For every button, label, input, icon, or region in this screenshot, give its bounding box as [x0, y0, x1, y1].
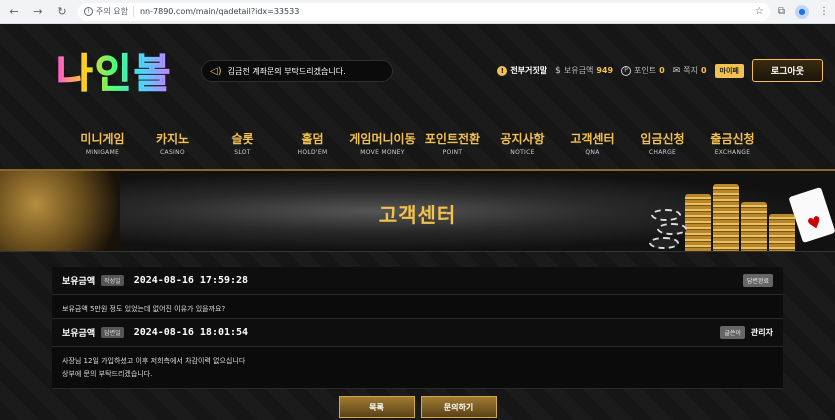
nav-label: 게임머니이동 [349, 132, 416, 146]
nav-label: 미니게임 [80, 132, 125, 146]
point-item: P 포인트 0 [621, 65, 665, 76]
nav-sublabel: CHARGE [648, 149, 677, 156]
security-label: 주의 요함 [96, 7, 128, 16]
nav-item-point[interactable]: 포인트전환 POINT [418, 130, 488, 156]
action-buttons: 목록 문의하기 [0, 396, 835, 418]
nav-label: 포인트전환 [424, 132, 481, 146]
nav-label: 고객센터 [570, 132, 615, 146]
mypage-button[interactable]: 마이페 [714, 63, 744, 78]
nav-sublabel: NOTICE [510, 149, 535, 156]
forward-icon[interactable]: → [30, 4, 46, 20]
nav-sublabel: CASINO [160, 149, 185, 156]
nav-item-charge[interactable]: 입금신청 CHARGE [628, 130, 698, 156]
nav-item-exchange[interactable]: 출금신청 EXCHANGE [698, 130, 768, 156]
question-title: 보유금액 [62, 277, 96, 287]
nav-sublabel: SLOT [234, 149, 251, 156]
page-banner: ♥ 고객센터 [0, 169, 835, 252]
bookmark-star-icon[interactable]: ☆ [755, 6, 764, 17]
nav-item-slot[interactable]: 슬롯 SLOT [208, 130, 278, 156]
answer-author: 관리자 [750, 328, 773, 337]
security-chip[interactable]: ! 주의 요함 [84, 6, 134, 17]
user-level-icon: ! [497, 65, 508, 76]
speaker-icon: ◁) [210, 65, 222, 77]
nav-label: 슬롯 [231, 132, 254, 146]
answer-header: 보유금액 답변일 2024-08-16 18:01:54 글쓴이 관리자 [52, 319, 783, 347]
back-icon[interactable]: ← [6, 4, 22, 20]
balance-label: 보유금액 [563, 66, 594, 75]
poker-chip [649, 237, 679, 249]
warning-icon: ! [84, 7, 93, 16]
menu-kebab-icon[interactable]: ⋮ [819, 6, 829, 17]
nav-sublabel: QNA [585, 149, 600, 156]
answer-text-line1: 사장님 12일 가입하셨고 이후 저희측에서 차감이력 없으십니다 [62, 357, 246, 365]
point-value: 0 [659, 66, 665, 75]
logout-button[interactable]: 로그아웃 [751, 59, 823, 82]
notice-text: 김금전 계좌문의 부탁드리겠습니다. [227, 66, 346, 76]
answer-date: 2024-08-16 18:01:54 [133, 327, 249, 338]
answer-text-line2: 상부에 문의 부탁드리겠습니다. [62, 370, 153, 378]
nav-item-notice[interactable]: 공지사항 NOTICE [488, 130, 558, 156]
balance-item: $ 보유금액 949 [555, 65, 613, 76]
site-header: 나인볼 ◁) 김금전 계좌문의 부탁드리겠습니다. ! 전부거짓말 $ 보유금액… [0, 24, 835, 116]
status-badge: 답변완료 [742, 274, 773, 287]
nav-item-move-money[interactable]: 게임머니이동 MOVE MONEY [348, 130, 418, 156]
nav-sublabel: HOLD'EM [297, 149, 328, 156]
point-label: 포인트 [634, 66, 657, 75]
nav-item-casino[interactable]: 카지노 CASINO [138, 130, 208, 156]
nav-label: 공지사항 [500, 132, 545, 146]
user-name-item: ! 전부거짓말 [497, 65, 547, 76]
nav-sublabel: MOVE MONEY [360, 149, 405, 156]
site-logo[interactable]: 나인볼 [55, 41, 172, 99]
inquire-button[interactable]: 문의하기 [420, 396, 497, 418]
envelope-icon: ✉ [672, 65, 681, 76]
question-body: 보유금액 5만원 정도 있었는데 없어진 이유가 있을까요? [52, 295, 783, 319]
profile-avatar-icon[interactable]: ● [795, 4, 809, 19]
nav-sublabel: MINIGAME [85, 149, 120, 156]
url-text[interactable]: nn-7890.com/main/qadetail?idx=33533 [140, 7, 299, 16]
message-item[interactable]: ✉ 쪽지 0 [673, 65, 707, 76]
main-nav: 미니게임 MINIGAME 카지노 CASINO 슬롯 SLOT 홀덤 HOLD'EM … [0, 116, 835, 166]
balance-value: 949 [596, 66, 614, 75]
browser-toolbar: ← → ↻ ! 주의 요함 nn-7890.com/main/qadetail?… [0, 0, 835, 24]
nav-label: 홀덤 [301, 132, 324, 146]
page: 나인볼 ◁) 김금전 계좌문의 부탁드리겠습니다. ! 전부거짓말 $ 보유금액… [0, 24, 835, 420]
qna-detail: 보유금액 작성일 2024-08-16 17:59:28 답변완료 보유금액 5… [52, 267, 783, 389]
nav-item-holdem[interactable]: 홀덤 HOLD'EM [278, 130, 348, 156]
point-icon: P [621, 65, 632, 76]
reload-icon[interactable]: ↻ [54, 4, 70, 20]
answer-date-tag: 답변일 [101, 327, 124, 338]
answer-body: 사장님 12일 가입하셨고 이후 저희측에서 차감이력 없으십니다 상부에 문의… [52, 347, 783, 389]
message-label: 쪽지 [683, 66, 698, 75]
question-date: 2024-08-16 17:59:28 [133, 275, 249, 286]
question-header: 보유금액 작성일 2024-08-16 17:59:28 답변완료 [52, 267, 783, 295]
role-badge: 글쓴이 [720, 326, 745, 339]
nav-sublabel: POINT [442, 149, 463, 156]
question-text: 보유금액 5만원 정도 있었는데 없어진 이유가 있을까요? [62, 305, 226, 313]
extensions-icon[interactable]: ⧉ [778, 6, 785, 17]
dollar-icon: $ [555, 65, 561, 76]
nav-item-minigame[interactable]: 미니게임 MINIGAME [68, 130, 138, 156]
answer-title: 보유금액 [62, 329, 96, 339]
list-button[interactable]: 목록 [338, 396, 415, 418]
nav-sublabel: EXCHANGE [714, 149, 751, 156]
address-bar[interactable]: ! 주의 요함 nn-7890.com/main/qadetail?idx=33… [78, 2, 770, 21]
written-date-tag: 작성일 [101, 275, 124, 286]
notice-ticker[interactable]: ◁) 김금전 계좌문의 부탁드리겠습니다. [201, 60, 393, 82]
nav-label: 출금신청 [710, 132, 755, 146]
message-value: 0 [700, 66, 707, 75]
nav-label: 입금신청 [640, 132, 685, 146]
page-title: 고객센터 [378, 203, 457, 227]
user-name: 전부거짓말 [510, 66, 548, 75]
nav-item-qna[interactable]: 고객센터 QNA [558, 130, 628, 156]
user-bar: ! 전부거짓말 $ 보유금액 949 P 포인트 0 ✉ 쪽지 0 마이페 로그… [497, 59, 823, 82]
nav-label: 카지노 [155, 132, 190, 146]
